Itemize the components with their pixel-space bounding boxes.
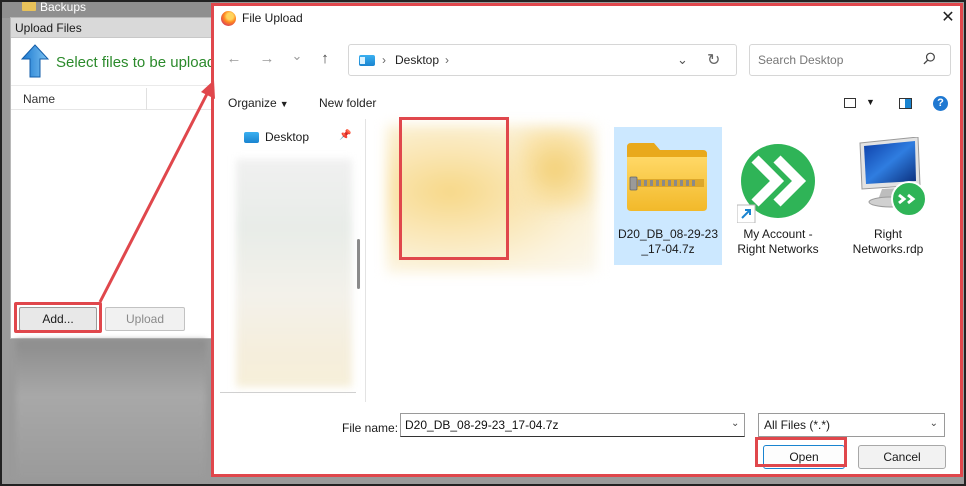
preview-pane-icon[interactable]: [899, 98, 912, 109]
new-folder-button[interactable]: New folder: [319, 96, 376, 110]
sidebar-item-label: Desktop: [265, 130, 310, 144]
breadcrumb-separator: ›: [382, 53, 386, 67]
zip-folder-icon: [627, 143, 707, 211]
dialog-footer: File name: ⌄ All Files (*.*) ⌄ Open Canc…: [214, 402, 960, 474]
file-item-label: D20_DB_08-29-23 _17-04.7z: [614, 227, 722, 257]
upload-files-header: Select files to be uploaded: [11, 38, 216, 86]
add-button[interactable]: Add...: [19, 307, 97, 331]
organize-label: Organize: [228, 96, 277, 110]
desktop-location-icon: [359, 55, 375, 66]
refresh-icon[interactable]: ↻: [707, 50, 720, 70]
file-type-dropdown-icon: ⌄: [929, 418, 938, 429]
file-item-label: My Account - Right Networks: [724, 227, 832, 257]
background-blurred-area: [16, 340, 206, 480]
name-column-header[interactable]: Name: [23, 92, 55, 106]
folder-icon: [22, 1, 36, 11]
remote-desktop-icon: [859, 137, 927, 217]
upload-files-heading: Select files to be uploaded: [56, 54, 216, 71]
sidebar-blurred-items: [236, 159, 352, 387]
dialog-titlebar[interactable]: File Upload ✕: [214, 6, 960, 32]
firefox-icon: [221, 11, 236, 26]
search-input[interactable]: [749, 44, 951, 76]
cancel-button[interactable]: Cancel: [858, 445, 946, 469]
sidebar-divider: [220, 392, 356, 393]
file-item-shortcut[interactable]: My Account - Right Networks: [724, 127, 832, 265]
sidebar-scrollbar[interactable]: [357, 239, 360, 289]
pin-icon[interactable]: 📌: [339, 130, 351, 141]
navigation-bar: ← → ⌄ ↑ › Desktop › ⌄ ↻: [214, 42, 960, 78]
breadcrumb-desktop[interactable]: Desktop: [395, 53, 439, 67]
close-icon[interactable]: ✕: [938, 9, 958, 27]
file-name-dropdown-icon[interactable]: ⌄: [731, 418, 739, 429]
file-view: D20_DB_08-29-23 _17-04.7z My Account - R…: [369, 119, 960, 402]
file-label-line-1: Right: [873, 227, 902, 241]
file-label-line-1: My Account -: [743, 227, 813, 241]
organize-caret-icon: ▼: [279, 99, 289, 109]
file-label-line-1: D20_DB_08-29-23: [617, 227, 719, 241]
right-networks-logo-icon: [737, 144, 815, 223]
file-upload-dialog: File Upload ✕ ← → ⌄ ↑ › Desktop › ⌄ ↻ Or…: [211, 3, 963, 477]
address-dropdown-icon[interactable]: ⌄: [677, 52, 688, 68]
upload-arrow-icon: [21, 44, 49, 78]
navigation-pane: Desktop 📌: [214, 119, 366, 402]
file-item-rdp[interactable]: Right Networks.rdp: [834, 127, 942, 265]
desktop-icon: [244, 132, 259, 143]
breadcrumb-separator-end[interactable]: ›: [445, 53, 449, 67]
file-type-select[interactable]: All Files (*.*) ⌄: [758, 413, 945, 437]
dialog-title: File Upload: [242, 11, 303, 25]
background-folder-row: Backups: [0, 0, 220, 18]
file-label-line-2: _17-04.7z: [641, 242, 695, 256]
organize-menu[interactable]: Organize ▼: [228, 96, 289, 110]
upload-files-window: Upload Files Select files to be uploaded…: [10, 17, 216, 339]
up-arrow-icon[interactable]: ↑: [315, 50, 335, 68]
file-name-label: File name:: [342, 421, 399, 435]
file-label-line-2: Networks.rdp: [852, 242, 924, 256]
command-bar: Organize ▼ New folder ▼ ?: [214, 90, 960, 116]
upload-files-title: Upload Files: [11, 18, 214, 38]
file-name-input[interactable]: [400, 413, 745, 437]
column-separator[interactable]: [146, 88, 147, 110]
file-item-label: Right Networks.rdp: [834, 227, 942, 257]
view-mode-icon[interactable]: [844, 98, 856, 108]
help-icon[interactable]: ?: [933, 96, 948, 111]
sidebar-item-desktop[interactable]: Desktop 📌: [244, 128, 354, 148]
recent-locations-icon[interactable]: ⌄: [287, 47, 307, 65]
file-item-zip[interactable]: D20_DB_08-29-23 _17-04.7z: [614, 127, 722, 265]
address-bar[interactable]: › Desktop › ⌄ ↻: [348, 44, 737, 76]
background-folder-label: Backups: [40, 0, 87, 14]
upload-button[interactable]: Upload: [105, 307, 185, 331]
file-type-value: All Files (*.*): [764, 418, 831, 432]
view-dropdown-icon[interactable]: ▼: [866, 97, 875, 107]
blurred-file-icon: [519, 129, 591, 209]
forward-arrow-icon[interactable]: →: [257, 50, 277, 68]
open-button[interactable]: Open: [763, 445, 845, 469]
file-label-line-2: Right Networks: [737, 242, 819, 256]
file-list-header: Name: [11, 88, 214, 110]
back-arrow-icon[interactable]: ←: [224, 50, 244, 68]
search-icon[interactable]: [923, 52, 936, 65]
